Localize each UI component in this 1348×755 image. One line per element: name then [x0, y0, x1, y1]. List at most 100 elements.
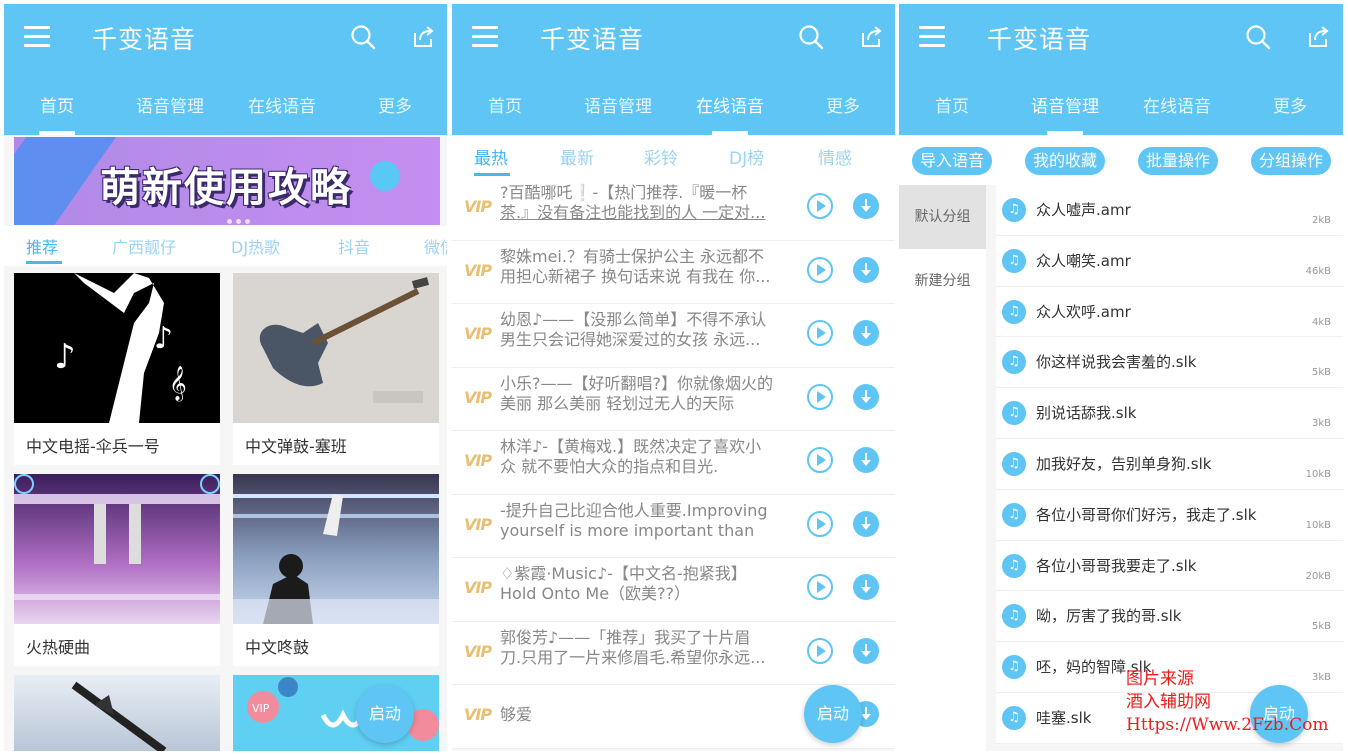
category-douyin[interactable]: 抖音 [338, 234, 370, 258]
file-name: 众人嘲笑.amr [1036, 251, 1131, 270]
menu-icon[interactable] [472, 26, 498, 48]
share-icon[interactable] [1306, 26, 1330, 48]
list-item[interactable]: ♫ 众人嘘声.amr 2kB [996, 185, 1343, 236]
tab-voice-manage[interactable]: 语音管理 [136, 92, 204, 117]
tab-home[interactable]: 首页 [40, 92, 74, 117]
item-text: 够爱 [500, 705, 792, 747]
search-icon[interactable] [798, 24, 824, 50]
menu-icon[interactable] [24, 26, 50, 48]
subtab-hot[interactable]: 最热 [474, 144, 508, 169]
tab-more[interactable]: 更多 [826, 92, 860, 117]
batch-operation-button[interactable]: 批量操作 [1138, 147, 1219, 175]
category-guangxi[interactable]: 广西靓仔 [112, 234, 176, 258]
list-item[interactable]: ♫ 你这样说我会害羞的.slk 5kB [996, 337, 1343, 389]
tab-online-voice[interactable]: 在线语音 [1143, 92, 1211, 117]
download-icon[interactable] [853, 447, 879, 473]
banner-circle [370, 161, 400, 191]
voice-card[interactable]: 中文咚鼓 [233, 474, 439, 666]
share-icon[interactable] [859, 26, 883, 48]
banner-pager [227, 209, 254, 225]
music-note-icon: ♫ [1002, 655, 1026, 680]
category-dj[interactable]: DJ热歌 [231, 234, 280, 258]
tab-home[interactable]: 首页 [935, 92, 969, 117]
download-icon[interactable] [853, 383, 879, 410]
list-item[interactable]: ♫ 呦，厉害了我的哥.slk 5kB [996, 591, 1343, 643]
tab-more[interactable]: 更多 [378, 92, 412, 117]
search-icon[interactable] [350, 24, 376, 50]
music-note-icon: ♫ [1002, 604, 1026, 629]
list-item[interactable]: VIP 林洋♪-【黄梅戏.】既然决定了喜欢小众 就不要怕大众的指点和目光. [452, 431, 895, 495]
category-wechat[interactable]: 微信 [424, 234, 447, 258]
list-item[interactable]: ♫ 加我好友，告别单身狗.slk 10kB [996, 438, 1343, 490]
play-icon[interactable] [807, 383, 833, 410]
list-item[interactable]: VIP 郭俊芳♪——「推荐」我买了十片眉 刀.只用了一片来修眉毛.希望你永远... [452, 621, 895, 685]
download-icon[interactable] [853, 320, 879, 346]
file-name: 众人欢呼.amr [1036, 302, 1131, 321]
app-bar: 千变语音 首页 语音管理 在线语音 更多 [899, 4, 1343, 135]
list-item[interactable]: VIP ?百酷哪吒❕-【热门推荐.『暖一杯 茶.』没有备注也能找到的人 一定对..… [452, 177, 895, 241]
group-operation-button[interactable]: 分组操作 [1251, 147, 1332, 175]
download-icon[interactable] [853, 256, 879, 283]
download-icon[interactable] [853, 574, 879, 600]
play-icon[interactable] [807, 447, 833, 473]
launch-button[interactable]: 启动 [804, 685, 862, 743]
item-title: 黎姝mei.？有骑士保护公主 永远都不 [500, 246, 765, 266]
tab-home[interactable]: 首页 [488, 92, 522, 117]
tab-more[interactable]: 更多 [1273, 92, 1307, 117]
vip-icon: VIP [464, 387, 492, 407]
item-title: 够爱 [500, 705, 533, 724]
tab-voice-manage[interactable]: 语音管理 [584, 92, 652, 117]
voice-card[interactable]: 火热硬曲 [14, 474, 220, 666]
list-item[interactable]: ♫ 众人欢呼.amr 4kB [996, 286, 1343, 338]
play-icon[interactable] [807, 637, 833, 664]
voice-card[interactable]: 中文弹鼓-塞班 [233, 273, 439, 465]
tab-online-voice[interactable]: 在线语音 [696, 92, 764, 117]
banner-title: 萌新使用攻略 [100, 165, 352, 211]
list-item[interactable]: VIP 幼恩♪——【没那么简单】不得不承认 男生只会记得她深爱过的女孩 永远... [452, 304, 895, 368]
voice-card[interactable] [14, 675, 220, 751]
download-icon[interactable] [853, 637, 879, 664]
share-icon[interactable] [411, 26, 435, 48]
item-title: -提升自己比迎合他人重要.Improving [500, 500, 768, 520]
tab-voice-manage[interactable]: 语音管理 [1031, 92, 1099, 117]
play-icon[interactable] [807, 193, 833, 219]
menu-icon[interactable] [919, 26, 945, 48]
list-item[interactable]: VIP -提升自己比迎合他人重要.Improving yourself is mo… [452, 494, 895, 558]
screen-online-voice: 千变语音 首页 语音管理 在线语音 更多 最热 最新 彩铃 DJ榜 情感 VIP… [452, 4, 895, 751]
svg-text:♪: ♪ [54, 337, 76, 377]
list-item[interactable]: VIP ♢紫霞·Music♪-【中文名-抱紧我】 Hold Onto Me（欧美?… [452, 558, 895, 622]
launch-button[interactable]: 启动 [356, 685, 414, 743]
list-item[interactable]: ♫ 众人嘲笑.amr 46kB [996, 235, 1343, 287]
card-label: 中文电摇-伞兵一号 [26, 437, 160, 456]
list-item[interactable]: ♫ 别说话舔我.slk 3kB [996, 388, 1343, 439]
online-subtabs: 最热 最新 彩铃 DJ榜 情感 [452, 135, 895, 177]
item-subtitle: 刀.只用了一片来修眉毛.希望你永远... [500, 647, 766, 667]
play-icon[interactable] [807, 510, 833, 537]
list-item[interactable]: VIP 小乐?——【好听翻唱?】你就像烟火的 美丽 那么美丽 轻划过无人的天际 [452, 367, 895, 431]
subtab-ringtone[interactable]: 彩铃 [644, 144, 678, 169]
list-item[interactable]: ♫ 各位小哥哥你们好污，我走了.slk 10kB [996, 489, 1343, 541]
download-icon[interactable] [853, 510, 879, 537]
play-icon[interactable] [807, 256, 833, 283]
app-bar: 千变语音 首页 语音管理 在线语音 更多 [452, 4, 895, 135]
subtab-dj-chart[interactable]: DJ榜 [729, 144, 764, 169]
play-icon[interactable] [807, 574, 833, 600]
group-default[interactable]: 默认分组 [899, 185, 986, 249]
subtab-emotion[interactable]: 情感 [818, 144, 852, 169]
guide-banner[interactable]: 萌新使用攻略 [14, 137, 440, 225]
search-icon[interactable] [1245, 24, 1271, 50]
tab-online-voice[interactable]: 在线语音 [248, 92, 316, 117]
subtab-new[interactable]: 最新 [560, 144, 594, 169]
category-recommend[interactable]: 推荐 [26, 234, 58, 258]
import-voice-button[interactable]: 导入语音 [912, 147, 993, 175]
list-item[interactable]: VIP 黎姝mei.？有骑士保护公主 永远都不 用担心新裙子 换句话来说 有我在 … [452, 240, 895, 304]
favorites-button[interactable]: 我的收藏 [1025, 147, 1106, 175]
trumpet-image [14, 675, 220, 751]
voice-card[interactable]: ♪ ♪ 𝄞 中文电摇-伞兵一号 [14, 273, 220, 465]
play-icon[interactable] [807, 320, 833, 346]
group-new[interactable]: 新建分组 [899, 249, 986, 313]
download-icon[interactable] [853, 193, 879, 219]
file-size: 4kB [1311, 316, 1331, 328]
list-item[interactable]: ♫ 各位小哥哥我要走了.slk 20kB [996, 540, 1343, 592]
item-text: ?百酷哪吒❕-【热门推荐.『暖一杯 茶.』没有备注也能找到的人 一定对... [500, 183, 792, 225]
